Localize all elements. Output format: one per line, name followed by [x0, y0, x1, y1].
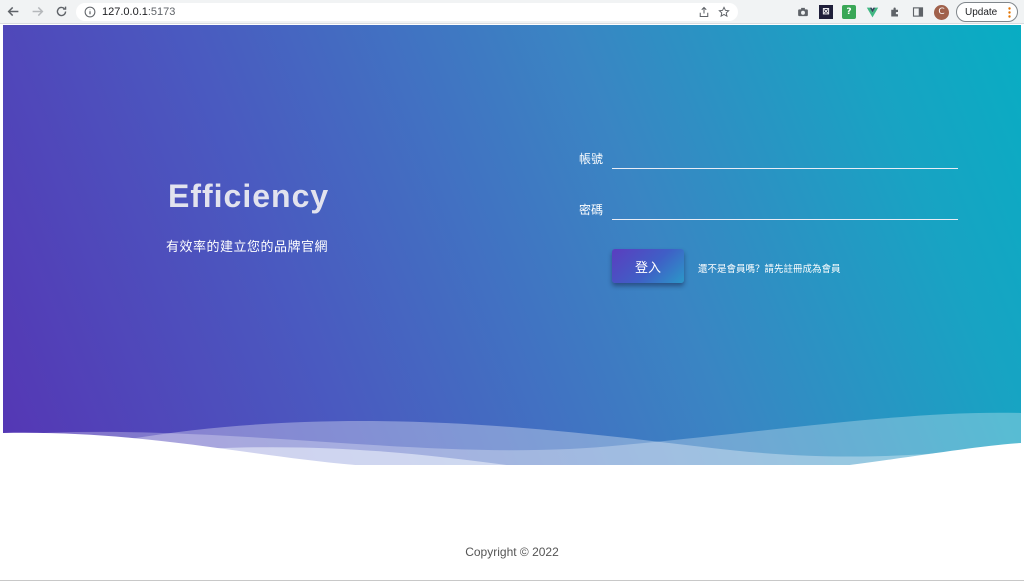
url-host: 127.0.0.1: [102, 6, 148, 18]
side-panel-icon[interactable]: [911, 5, 925, 19]
password-input[interactable]: [612, 200, 958, 220]
login-button[interactable]: 登入: [612, 249, 684, 283]
register-link[interactable]: 還不是會員嗎？請先註冊成為會員: [698, 261, 841, 275]
extension-green-icon[interactable]: ?: [842, 5, 856, 19]
bookmark-star-icon[interactable]: [718, 6, 730, 18]
vue-devtools-icon[interactable]: [865, 5, 879, 19]
arrow-right-icon: [32, 6, 43, 17]
forward-button[interactable]: [26, 1, 48, 23]
url-text: 127.0.0.1:5173: [102, 6, 175, 18]
browser-toolbar: 127.0.0.1:5173 ⊠ ? C Update: [0, 0, 1024, 24]
extension-dark-icon[interactable]: ⊠: [819, 5, 833, 19]
address-bar[interactable]: 127.0.0.1:5173: [76, 3, 738, 21]
back-button[interactable]: [2, 1, 24, 23]
hero-banner: [3, 25, 1021, 465]
camera-icon[interactable]: [796, 5, 810, 19]
account-label: 帳號: [579, 152, 604, 166]
reload-icon: [56, 6, 66, 17]
brand-title: Efficiency: [168, 178, 330, 214]
update-label: Update: [965, 6, 998, 18]
arrow-left-icon: [7, 6, 18, 17]
copyright-text: Copyright © 2022: [465, 545, 559, 559]
url-port: :5173: [147, 6, 176, 18]
brand-subtitle: 有效率的建立您的品牌官網: [166, 240, 329, 255]
info-icon: [84, 6, 96, 18]
reload-button[interactable]: [50, 1, 72, 23]
password-label: 密碼: [579, 203, 604, 217]
update-button[interactable]: Update: [956, 2, 1018, 22]
window-bottom-border: [0, 580, 1024, 581]
profile-avatar[interactable]: C: [934, 4, 949, 20]
account-input[interactable]: [612, 149, 958, 169]
wave-decoration: [3, 412, 1021, 465]
more-vert-icon: [1008, 7, 1011, 18]
puzzle-icon[interactable]: [888, 5, 902, 19]
share-icon[interactable]: [698, 6, 710, 18]
